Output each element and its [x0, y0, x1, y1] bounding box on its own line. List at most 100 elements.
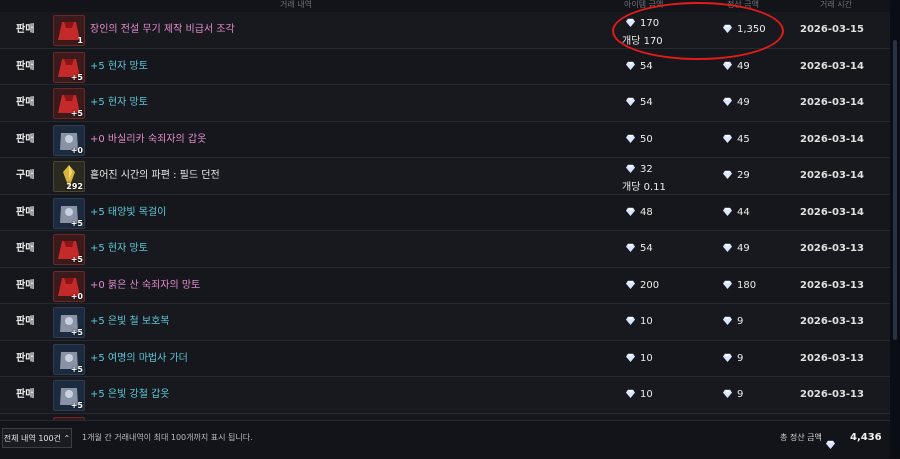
trade-type: 판매 [16, 316, 35, 327]
table-row[interactable]: 판매+5+5 은빛 강철 갑옷1092026-03-13 07:35 [0, 377, 890, 436]
diamond-icon [626, 164, 635, 173]
settle-price: 9 [723, 389, 743, 400]
item-price-value: 10 [640, 352, 653, 364]
diamond-icon [723, 316, 732, 325]
item-price-value: 50 [640, 133, 653, 145]
item-thumbnail: 1 [53, 15, 85, 46]
table-row[interactable]: 판매+5+5 여명의 마법사 가더1092026-03-13 07:40 [0, 340, 890, 399]
item-thumbnail: +5 [53, 380, 85, 411]
settle-price: 44 [723, 207, 750, 218]
settle-price-value: 9 [737, 389, 744, 400]
item-thumbnail: +5 [53, 88, 85, 119]
item-price-value: 54 [640, 97, 653, 108]
diamond-icon [626, 97, 635, 106]
diamond-icon [723, 207, 732, 216]
item-price-value: 54 [640, 60, 653, 72]
item-qty-badge: +0 [70, 291, 83, 301]
item-price-value: 10 [640, 389, 653, 400]
item-thumbnail: +0 [53, 124, 85, 156]
table-row[interactable]: 판매+0+0 붉은 산 숙죄자의 망토2001802026-03-13 20:4… [0, 267, 890, 326]
diamond-icon [626, 353, 635, 362]
total-settle-label: 총 정산 금액 [780, 433, 822, 442]
settle-price: 49 [723, 97, 750, 108]
header-history: 거래 내역 [280, 0, 312, 9]
item-name: 장인의 전설 무기 제작 비급서 조각 [90, 24, 235, 35]
settle-price: 49 [723, 61, 750, 72]
diamond-icon [626, 207, 635, 216]
table-row[interactable]: 판매+0+0 바실리카 숙죄자의 갑옷50452026-03-14 13:59 [0, 121, 890, 180]
diamond-icon [626, 389, 635, 398]
item-qty-badge: +5 [70, 109, 83, 118]
settle-price-value: 180 [737, 279, 757, 291]
settle-price: 45 [723, 134, 750, 145]
trade-history-panel: 거래 내역 아이템 금액 정산 금액 거래 시간 판매 1 장인의 전설 무기 제작… [0, 0, 890, 459]
item-qty-badge: 292 [66, 182, 83, 191]
item-qty-badge: +5 [70, 401, 83, 410]
history-limit-notice: 1개월 간 거래내역이 최대 100개까지 표시 됩니다. [82, 433, 253, 442]
settle-price-value: 49 [737, 243, 750, 254]
item-price-value: 32 [640, 164, 653, 175]
item-name: +5 현자 망토 [90, 60, 148, 72]
settle-price-value: 9 [737, 316, 744, 327]
diamond-icon [723, 243, 732, 252]
diamond-icon [626, 243, 635, 252]
footer-bar: 전체 내역 100건 ⌃ 1개월 간 거래내역이 최대 100개까지 표시 됩니… [0, 420, 890, 459]
trade-type: 판매 [16, 60, 35, 72]
scrollbar[interactable] [890, 0, 900, 458]
item-name: +5 은빛 강철 갑옷 [90, 389, 170, 400]
item-name: +5 은빛 철 보호복 [90, 316, 170, 327]
trade-type: 판매 [16, 279, 35, 291]
item-name: +0 바실리카 숙죄자의 갑옷 [90, 133, 207, 145]
settle-price: 9 [723, 353, 743, 364]
item-qty-badge: +5 [70, 72, 83, 82]
trade-type: 판매 [16, 352, 35, 364]
trade-list: 판매 1 장인의 전설 무기 제작 비급서 조각 170 개당 170 1,350 2026… [0, 12, 890, 436]
item-thumbnail: +5 [53, 234, 85, 265]
settle-price-value: 44 [737, 206, 750, 218]
table-row[interactable]: 판매+5+5 현자 망토54492026-03-14 16:27 [0, 48, 890, 107]
scrollbar-thumb[interactable] [893, 40, 897, 340]
settle-price: 9 [723, 316, 743, 327]
item-qty-badge: +5 [70, 328, 83, 337]
highlight-circle [612, 2, 784, 60]
item-price-value: 10 [640, 316, 653, 327]
diamond-icon [723, 280, 732, 289]
settle-price-value: 29 [737, 170, 750, 181]
diamond-icon [723, 97, 732, 106]
table-row[interactable]: 판매+5+5 현자 망토54492026-03-13 21:06 [0, 231, 890, 290]
item-price-value: 200 [640, 279, 660, 291]
table-row[interactable]: 구매 292 흩어진 시간의 파편 : 필드 던전 32 개당 0.11 29 2026-0… [0, 158, 890, 217]
item-qty-badge: +5 [70, 364, 83, 374]
item-name: +5 현자 망토 [90, 243, 148, 254]
item-price-value: 48 [640, 206, 653, 218]
settle-price-value: 9 [737, 352, 744, 364]
diamond-icon [723, 353, 732, 362]
item-qty-badge: +5 [70, 218, 83, 228]
diamond-icon [626, 316, 635, 325]
diamond-icon [626, 134, 635, 143]
diamond-icon [826, 434, 835, 449]
item-thumbnail: +5 [53, 51, 85, 83]
item-thumbnail: +5 [53, 343, 85, 375]
trade-type: 판매 [16, 243, 35, 254]
diamond-icon [626, 61, 635, 70]
item-name: 흩어진 시간의 파편 : 필드 던전 [90, 170, 220, 181]
item-name: +5 현자 망토 [90, 97, 148, 108]
item-thumbnail: 292 [53, 161, 85, 192]
filter-dropdown-button[interactable]: 전체 내역 100건 ⌃ [2, 428, 72, 448]
item-price-value: 54 [640, 243, 653, 254]
settle-price: 180 [723, 280, 756, 291]
trade-type: 판매 [16, 97, 35, 108]
table-row[interactable]: 판매+5+5 현자 망토54492026-03-14 15:59 [0, 85, 890, 144]
trade-type: 판매 [16, 24, 35, 35]
table-row[interactable]: 판매+5+5 태양빛 목걸이48442026-03-14 11:02 [0, 194, 890, 253]
item-thumbnail: +5 [53, 307, 85, 338]
item-thumbnail: +0 [53, 270, 85, 302]
trade-type: 판매 [16, 133, 35, 145]
item-name: +5 여명의 마법사 가더 [90, 352, 188, 364]
table-row[interactable]: 판매+5+5 은빛 철 보호복1092026-03-13 18:40 [0, 304, 890, 363]
settle-price-value: 49 [737, 97, 750, 108]
item-qty-badge: +0 [70, 145, 83, 155]
item-qty-badge: +5 [70, 255, 83, 264]
diamond-icon [723, 61, 732, 70]
